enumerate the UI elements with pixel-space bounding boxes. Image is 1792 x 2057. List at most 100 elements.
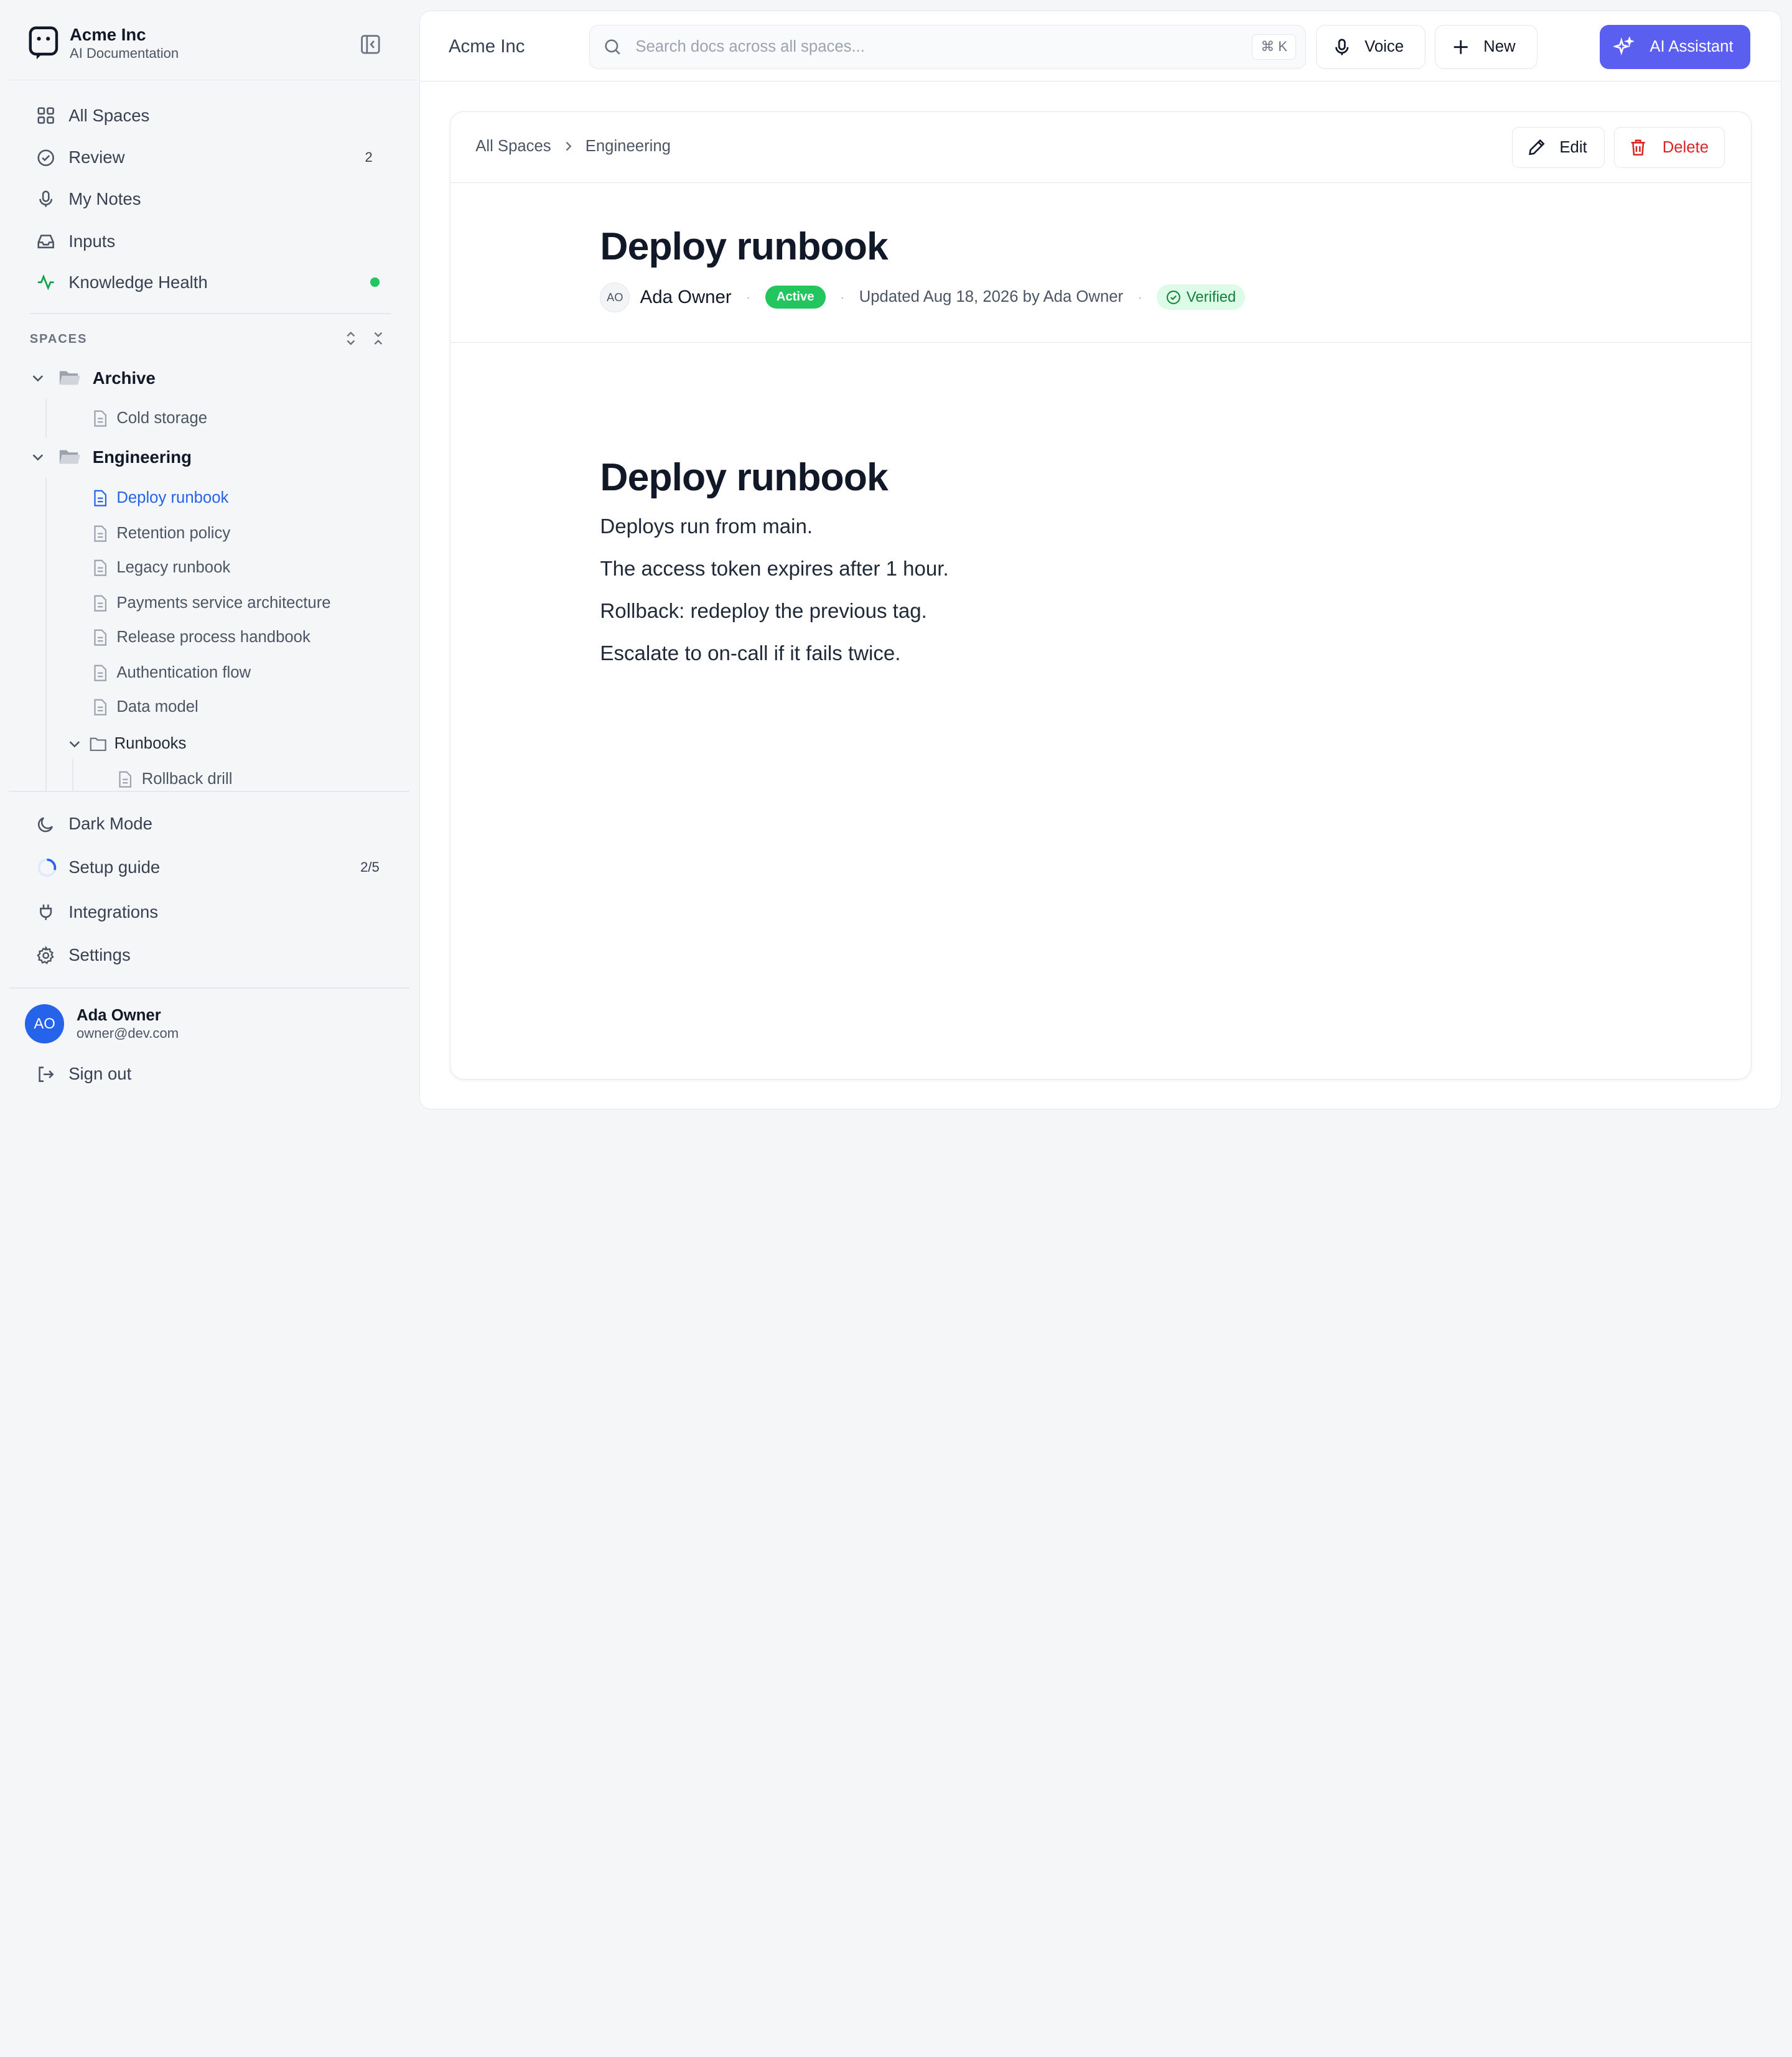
- expand-all-icon[interactable]: [343, 330, 359, 347]
- voice-label: Voice: [1365, 37, 1404, 55]
- document-icon: [94, 595, 106, 612]
- sparkles-icon: [1613, 36, 1634, 55]
- nav-label: Review: [68, 147, 125, 167]
- doc-cold-storage[interactable]: Cold storage: [91, 409, 207, 427]
- main-panel: Acme Inc Search docs across all spaces..…: [419, 10, 1782, 1110]
- document-icon: [94, 559, 106, 576]
- doc-rollback-drill[interactable]: Rollback drill: [116, 770, 232, 788]
- doc-label: Rollback drill: [141, 770, 233, 788]
- dark-mode-toggle[interactable]: Dark Mode: [30, 805, 391, 843]
- activity-icon: [30, 273, 64, 291]
- body-paragraph: The access token expires after 1 hour.: [600, 557, 949, 581]
- sign-out-button[interactable]: Sign out: [30, 1055, 391, 1093]
- nav-all-spaces[interactable]: All Spaces: [30, 96, 391, 134]
- document-icon: [94, 525, 106, 542]
- check-circle-icon: [30, 149, 64, 167]
- status-badge: Active: [765, 286, 826, 309]
- document-body: Deploy runbook Deploys run from main. Th…: [600, 455, 948, 684]
- search-input[interactable]: Search docs across all spaces... ⌘ K: [589, 24, 1306, 70]
- setup-guide-link[interactable]: Setup guide 2/5: [30, 848, 391, 887]
- doc-retention-policy[interactable]: Retention policy: [91, 525, 230, 543]
- author-avatar: AO: [600, 282, 630, 312]
- doc-label: Payments service architecture: [116, 594, 331, 612]
- integrations-link[interactable]: Integrations: [30, 892, 391, 931]
- gear-icon: [30, 946, 64, 964]
- nav-review[interactable]: Review 2: [30, 138, 391, 177]
- breadcrumb-engineering[interactable]: Engineering: [586, 138, 671, 156]
- nav-label: My Notes: [68, 189, 141, 208]
- meta-separator: ·: [840, 290, 844, 304]
- plus-icon: [1454, 40, 1468, 54]
- settings-link[interactable]: Settings: [30, 936, 391, 974]
- body-paragraph: Deploys run from main.: [600, 515, 813, 539]
- voice-button[interactable]: Voice: [1316, 24, 1426, 70]
- edit-button[interactable]: Edit: [1512, 127, 1605, 169]
- check-circle-icon: [1166, 290, 1180, 304]
- avatar[interactable]: AO: [25, 1004, 64, 1043]
- chevron-down-icon[interactable]: [67, 736, 83, 752]
- doc-label: Authentication flow: [116, 664, 251, 682]
- nav-inputs[interactable]: Inputs: [30, 222, 391, 260]
- user-name: Ada Owner: [77, 1007, 161, 1025]
- sidebar-user-divider: [9, 987, 409, 989]
- spaces-tools: [343, 330, 386, 347]
- delete-label: Delete: [1662, 138, 1709, 156]
- chevron-down-icon[interactable]: [30, 370, 46, 386]
- doc-authentication-flow[interactable]: Authentication flow: [91, 664, 251, 682]
- new-label: New: [1483, 37, 1516, 55]
- doc-deploy-runbook[interactable]: Deploy runbook: [91, 489, 228, 507]
- delete-button[interactable]: Delete: [1613, 127, 1725, 169]
- folder-runbooks[interactable]: Runbooks: [67, 735, 186, 753]
- plug-icon: [30, 903, 64, 921]
- doc-payments-architecture[interactable]: Payments service architecture: [91, 594, 331, 612]
- search-placeholder: Search docs across all spaces...: [635, 37, 865, 55]
- bottom-nav-label: Settings: [68, 945, 131, 965]
- tree-guide: [45, 399, 47, 438]
- collapse-all-icon[interactable]: [370, 330, 386, 347]
- document-card: All Spaces Engineering Edit Delete Deplo…: [449, 111, 1752, 1080]
- bottom-nav-label: Integrations: [68, 902, 159, 921]
- bottom-nav-label: Setup guide: [68, 857, 161, 877]
- ai-assistant-button[interactable]: AI Assistant: [1599, 24, 1750, 70]
- nav-knowledge-health[interactable]: Knowledge Health: [30, 263, 391, 301]
- setup-progress-count: 2/5: [360, 859, 380, 875]
- doc-label: Legacy runbook: [116, 559, 231, 577]
- doc-label: Data model: [116, 698, 198, 716]
- meta-row: AO Ada Owner · Active · Updated Aug 18, …: [600, 282, 1245, 312]
- document-icon: [94, 490, 106, 506]
- folder-archive[interactable]: Archive: [30, 368, 156, 388]
- sign-out-label: Sign out: [68, 1064, 132, 1084]
- folder-engineering[interactable]: Engineering: [30, 447, 192, 467]
- progress-ring-icon: [30, 857, 64, 878]
- inbox-icon: [30, 232, 64, 250]
- doc-label: Release process handbook: [116, 628, 310, 646]
- search-icon: [605, 39, 620, 55]
- document-icon: [94, 665, 106, 681]
- nav-label: All Spaces: [68, 105, 150, 125]
- doc-legacy-runbook[interactable]: Legacy runbook: [91, 559, 230, 577]
- document-icon: [119, 771, 132, 788]
- body-paragraph: Escalate to on-call if it fails twice.: [600, 641, 901, 665]
- doc-release-handbook[interactable]: Release process handbook: [91, 628, 310, 646]
- nav-my-notes[interactable]: My Notes: [30, 179, 391, 218]
- sidebar-collapse-icon[interactable]: [359, 33, 382, 56]
- brand-header: Acme Inc AI Documentation: [9, 0, 419, 80]
- doc-data-model[interactable]: Data model: [91, 698, 198, 716]
- body-heading: Deploy runbook: [600, 455, 888, 500]
- breadcrumb-all-spaces[interactable]: All Spaces: [475, 138, 551, 156]
- trash-icon: [1631, 139, 1646, 156]
- author-name: Ada Owner: [640, 286, 732, 307]
- search-shortcut: ⌘ K: [1252, 34, 1296, 60]
- sidebar-bottom-divider: [9, 790, 409, 792]
- doc-label: Deploy runbook: [116, 489, 229, 507]
- nav-divider: [29, 313, 391, 315]
- new-button[interactable]: New: [1435, 24, 1538, 70]
- grid-icon: [30, 106, 64, 124]
- folder-label: Archive: [92, 368, 156, 388]
- health-status-dot: [370, 278, 380, 287]
- folder-label: Engineering: [92, 447, 192, 467]
- meta-separator: ·: [1137, 290, 1142, 304]
- app-root: Acme Inc AI Documentation All Spaces Rev…: [0, 0, 1792, 1120]
- mic-icon: [30, 190, 64, 208]
- chevron-down-icon[interactable]: [30, 449, 46, 465]
